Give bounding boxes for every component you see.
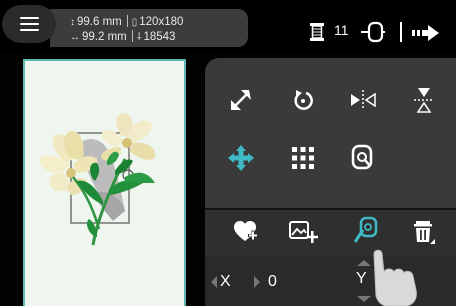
hoop-icon: ▯ [131, 17, 138, 28]
thread-spool-icon [310, 23, 324, 41]
next-arrow-icon[interactable] [412, 24, 442, 42]
embroidery-hoop-canvas[interactable] [23, 59, 186, 306]
menu-icon-line [20, 29, 39, 31]
rotate-icon [294, 90, 313, 110]
thread-count: 11 [334, 22, 349, 38]
info-row-2: ↔ 99.2 mm ⸸ 18543 [70, 30, 175, 45]
design-info-panel: ↕ 99.6 mm ▯ 120x180 ↔ 99.2 mm ⸸ 18543 [50, 9, 248, 47]
top-bar: ↕ 99.6 mm ▯ 120x180 ↔ 99.2 mm ⸸ 18543 11 [0, 0, 456, 52]
resize-icon [231, 90, 251, 110]
info-separator [126, 15, 128, 27]
add-image-icon [289, 221, 318, 243]
array-button[interactable] [281, 138, 325, 178]
design-width: 99.2 mm [82, 31, 127, 43]
flip-vertical-icon [414, 88, 434, 113]
delete-icon [414, 221, 435, 244]
design-height: 99.6 mm [77, 16, 122, 28]
flip-horizontal-button[interactable] [341, 80, 385, 120]
info-row-1: ↕ 99.6 mm ▯ 120x180 [70, 15, 183, 30]
applique-icon [353, 216, 378, 243]
flip-horizontal-icon [351, 90, 376, 110]
menu-icon-line [20, 17, 39, 19]
toolbar-divider [400, 22, 402, 42]
move-button[interactable] [219, 138, 263, 178]
add-favorite-icon [234, 221, 258, 241]
stitch-count: 18543 [143, 31, 176, 43]
rotate-button[interactable] [281, 80, 325, 120]
flower-embroidery-design[interactable] [25, 61, 188, 306]
x-decrease-icon[interactable] [211, 276, 217, 288]
pointing-hand-icon [373, 249, 417, 306]
x-increase-icon[interactable] [254, 276, 260, 288]
info-separator [131, 30, 133, 42]
hoop-size: 120x180 [139, 16, 184, 28]
x-value: 0 [268, 273, 277, 290]
height-arrow-icon: ↕ [70, 17, 75, 28]
x-label: X [220, 273, 231, 290]
resize-button[interactable] [219, 80, 263, 120]
needle-icon: ⸸ [136, 32, 142, 43]
embroidery-edit-screen: ↕99.6 mm ▯120x180 ↔99.2 mm ⸸18543 11 [0, 0, 456, 306]
frame-move-icon[interactable] [360, 21, 386, 43]
outline-edit-icon [351, 144, 373, 170]
applique-button[interactable] [344, 210, 388, 250]
add-image-button[interactable] [282, 212, 326, 252]
move-icon [228, 145, 254, 171]
width-arrow-icon: ↔ [70, 32, 80, 43]
add-favorite-button[interactable] [224, 212, 268, 252]
flip-vertical-button[interactable] [402, 80, 446, 120]
menu-button[interactable] [2, 5, 56, 43]
outline-button[interactable] [341, 138, 385, 178]
menu-icon-line [20, 23, 39, 25]
array-icon [292, 147, 314, 169]
